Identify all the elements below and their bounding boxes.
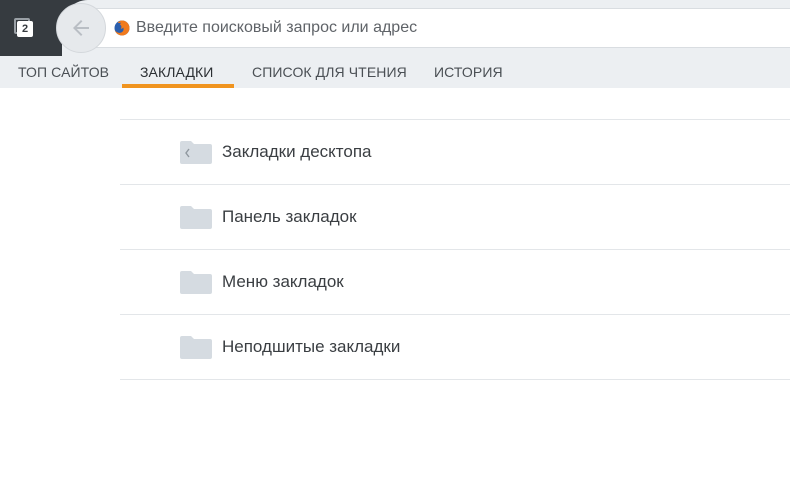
firefox-icon bbox=[114, 20, 130, 36]
url-bar[interactable]: Введите поисковый запрос или адрес bbox=[84, 8, 790, 48]
bookmark-folder-label: Неподшитые закладки bbox=[222, 337, 401, 356]
tab-count: 2 bbox=[17, 21, 33, 37]
bookmark-folder-unsorted[interactable]: Неподшитые закладки bbox=[120, 315, 790, 379]
active-tab-indicator bbox=[122, 84, 234, 88]
bookmark-folder-toolbar[interactable]: Панель закладок bbox=[120, 185, 790, 249]
tab-reading-list[interactable]: СПИСОК ДЛЯ ЧТЕНИЯ bbox=[252, 56, 407, 88]
bookmark-folder-menu[interactable]: Меню закладок bbox=[120, 250, 790, 314]
panel-tabs: ТОП САЙТОВ ЗАКЛАДКИ СПИСОК ДЛЯ ЧТЕНИЯ ИС… bbox=[0, 56, 790, 88]
bookmark-folder-label: Меню закладок bbox=[222, 272, 344, 291]
bookmark-folder-label: Закладки десктопа bbox=[222, 142, 372, 161]
tab-top-sites[interactable]: ТОП САЙТОВ bbox=[18, 56, 109, 88]
back-button[interactable] bbox=[56, 3, 106, 53]
bookmarks-list: Закладки десктопа Панель закладок Меню з… bbox=[120, 119, 790, 380]
list-divider bbox=[120, 379, 790, 380]
tabs-counter-button[interactable]: 2 bbox=[14, 18, 34, 38]
browser-toolbar: 2 Введите поисковый запрос или адрес bbox=[0, 0, 790, 56]
url-placeholder[interactable]: Введите поисковый запрос или адрес bbox=[136, 19, 417, 37]
folder-icon bbox=[180, 206, 212, 229]
tab-history[interactable]: ИСТОРИЯ bbox=[434, 56, 503, 88]
back-arrow-icon bbox=[73, 20, 89, 36]
bookmark-folder-desktop[interactable]: Закладки десктопа bbox=[120, 120, 790, 184]
folder-icon bbox=[180, 336, 212, 359]
desktop-folder-icon bbox=[180, 141, 212, 164]
bookmark-folder-label: Панель закладок bbox=[222, 207, 357, 226]
folder-icon bbox=[180, 271, 212, 294]
